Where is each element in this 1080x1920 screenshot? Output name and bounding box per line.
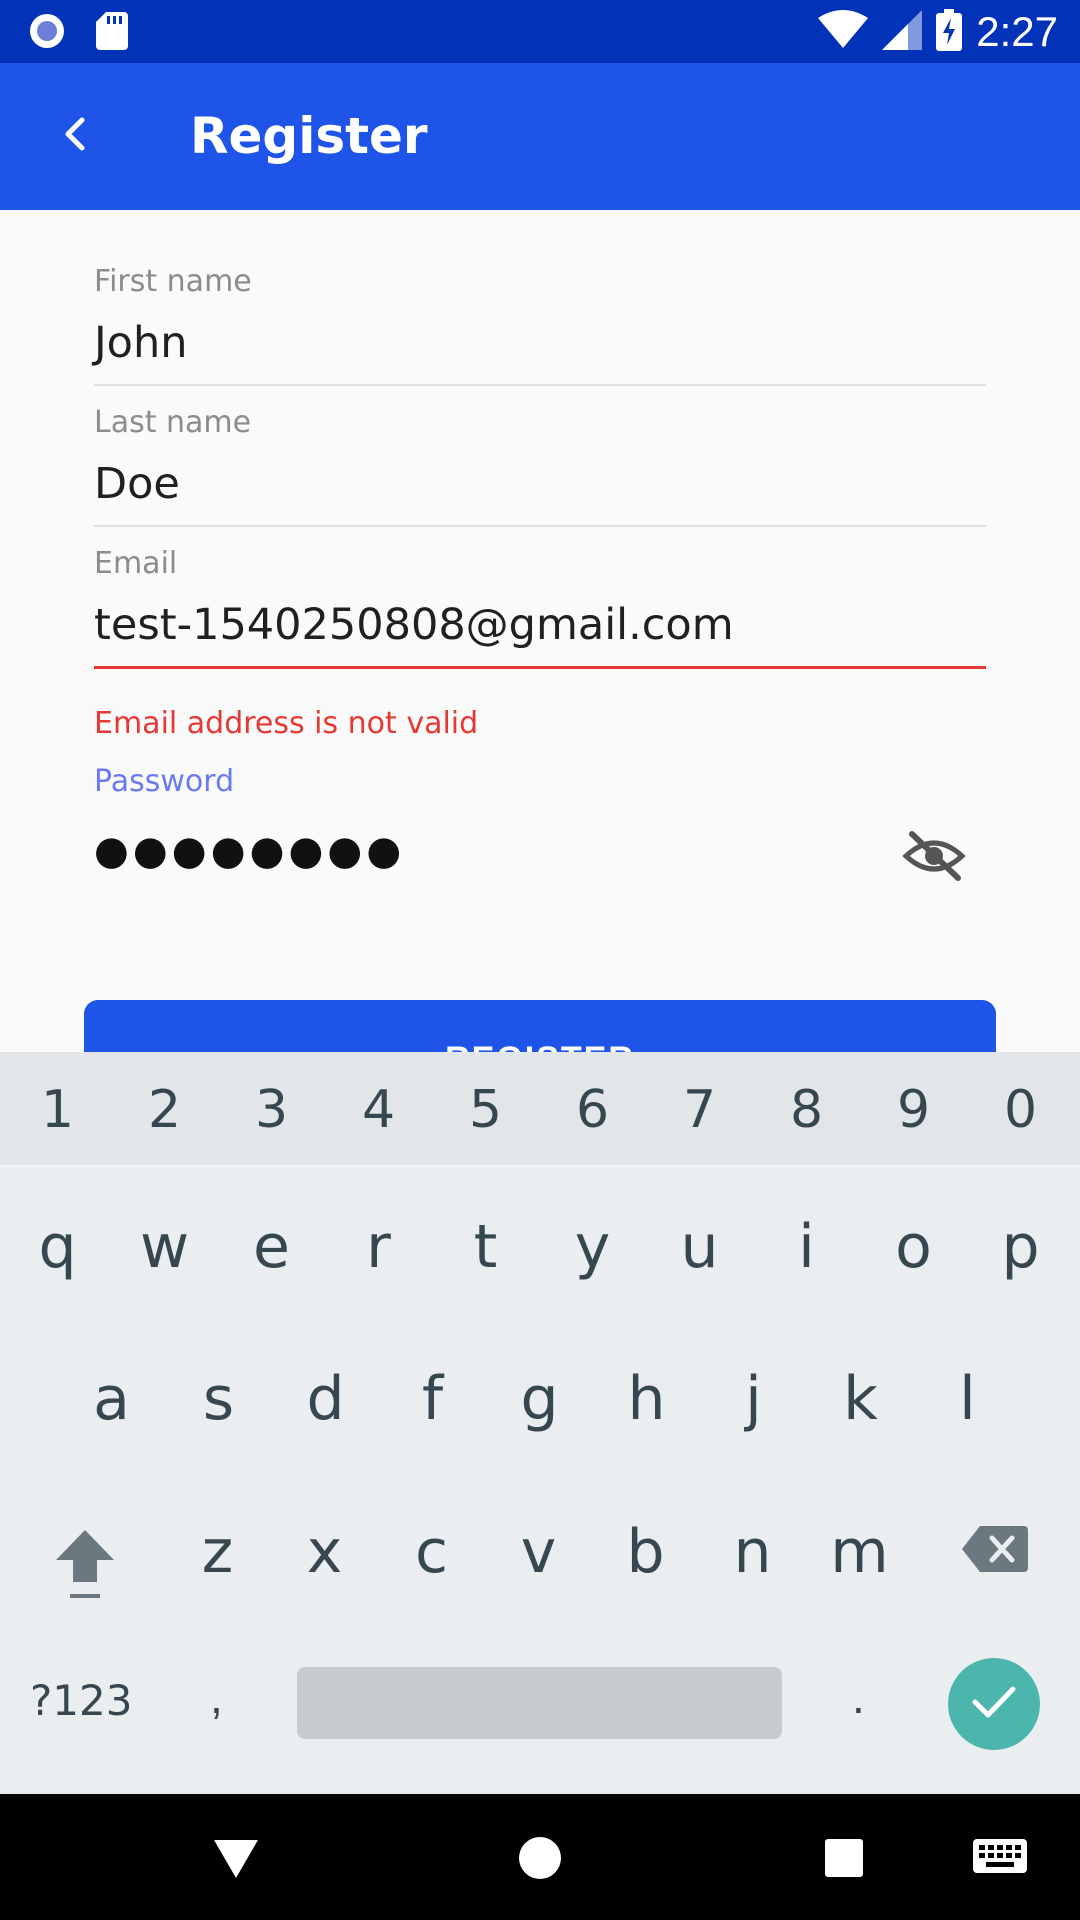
record-icon [28, 12, 66, 55]
recents-square-icon [824, 1838, 864, 1883]
visibility-off-icon [902, 831, 966, 888]
sd-card-icon [96, 12, 128, 55]
key-q[interactable]: q [4, 1212, 111, 1282]
key-c[interactable]: c [378, 1517, 485, 1587]
signal-icon [882, 9, 923, 55]
key-l[interactable]: l [914, 1364, 1021, 1434]
key-5[interactable]: 5 [432, 1080, 539, 1140]
key-f[interactable]: f [379, 1364, 486, 1434]
soft-keyboard: 1 2 3 4 5 6 7 8 9 0 q w e r t y u i o p … [0, 1052, 1080, 1794]
nav-back-button[interactable] [206, 1830, 266, 1890]
key-m[interactable]: m [806, 1517, 913, 1587]
status-bar: 2:27 [0, 0, 1080, 63]
space-key[interactable] [297, 1667, 782, 1739]
key-3[interactable]: 3 [218, 1080, 325, 1140]
nav-home-button[interactable] [510, 1830, 570, 1890]
navigation-bar [0, 1794, 1080, 1920]
first-name-underline [94, 384, 986, 386]
password-label: Password [94, 764, 235, 799]
page-title: Register [190, 107, 428, 165]
first-name-input[interactable]: John [94, 318, 188, 368]
register-button[interactable]: REGISTER [84, 1000, 996, 1060]
key-b[interactable]: b [592, 1517, 699, 1587]
key-s[interactable]: s [165, 1364, 272, 1434]
key-y[interactable]: y [539, 1212, 646, 1282]
keyboard-icon [972, 1838, 1028, 1883]
last-name-underline [94, 525, 986, 527]
keyboard-switch-button[interactable] [970, 1830, 1030, 1890]
back-button[interactable] [40, 101, 110, 171]
last-name-input[interactable]: Doe [94, 459, 180, 509]
key-v[interactable]: v [485, 1517, 592, 1587]
password-input[interactable]: ●●●●●●●● [94, 828, 405, 874]
key-t[interactable]: t [432, 1212, 539, 1282]
app-bar: Register [0, 63, 1080, 210]
key-k[interactable]: k [807, 1364, 914, 1434]
key-j[interactable]: j [700, 1364, 807, 1434]
nav-recents-button[interactable] [814, 1830, 874, 1890]
key-u[interactable]: u [646, 1212, 753, 1282]
password-visibility-toggle[interactable] [902, 828, 966, 884]
key-w[interactable]: w [111, 1212, 218, 1282]
key-g[interactable]: g [486, 1364, 593, 1434]
shift-icon [50, 1530, 120, 1608]
battery-charging-icon [936, 8, 963, 56]
key-0[interactable]: 0 [967, 1080, 1074, 1140]
symbols-key[interactable]: ?123 [30, 1676, 132, 1725]
key-x[interactable]: x [271, 1517, 378, 1587]
key-9[interactable]: 9 [860, 1080, 967, 1140]
comma-key[interactable]: , [210, 1670, 223, 1724]
back-arrow-icon [60, 114, 90, 159]
backspace-key[interactable] [962, 1524, 1028, 1574]
backspace-icon [962, 1526, 1028, 1578]
shift-key[interactable] [50, 1524, 120, 1604]
key-8[interactable]: 8 [753, 1080, 860, 1140]
last-name-label: Last name [94, 405, 252, 440]
email-input[interactable]: test-1540250808@gmail.com [94, 600, 734, 650]
key-h[interactable]: h [593, 1364, 700, 1434]
status-time: 2:27 [976, 8, 1058, 55]
key-n[interactable]: n [699, 1517, 806, 1587]
first-name-label: First name [94, 264, 252, 299]
home-circle-icon [517, 1835, 563, 1886]
keyboard-number-row: 1 2 3 4 5 6 7 8 9 0 [0, 1052, 1080, 1167]
email-error-text: Email address is not valid [94, 706, 479, 741]
key-o[interactable]: o [860, 1212, 967, 1282]
check-icon [971, 1684, 1017, 1725]
key-2[interactable]: 2 [111, 1080, 218, 1140]
key-7[interactable]: 7 [646, 1080, 753, 1140]
email-label: Email [94, 546, 178, 581]
wifi-icon [818, 9, 869, 55]
key-p[interactable]: p [967, 1212, 1074, 1282]
key-4[interactable]: 4 [325, 1080, 432, 1140]
period-key[interactable]: . [852, 1670, 865, 1724]
key-6[interactable]: 6 [539, 1080, 646, 1140]
key-r[interactable]: r [325, 1212, 432, 1282]
done-key[interactable] [948, 1658, 1040, 1750]
key-i[interactable]: i [753, 1212, 860, 1282]
key-z[interactable]: z [164, 1517, 271, 1587]
key-a[interactable]: a [58, 1364, 165, 1434]
nav-back-triangle-icon [212, 1836, 260, 1885]
email-underline [94, 666, 986, 669]
key-d[interactable]: d [272, 1364, 379, 1434]
key-e[interactable]: e [218, 1212, 325, 1282]
key-1[interactable]: 1 [4, 1080, 111, 1140]
